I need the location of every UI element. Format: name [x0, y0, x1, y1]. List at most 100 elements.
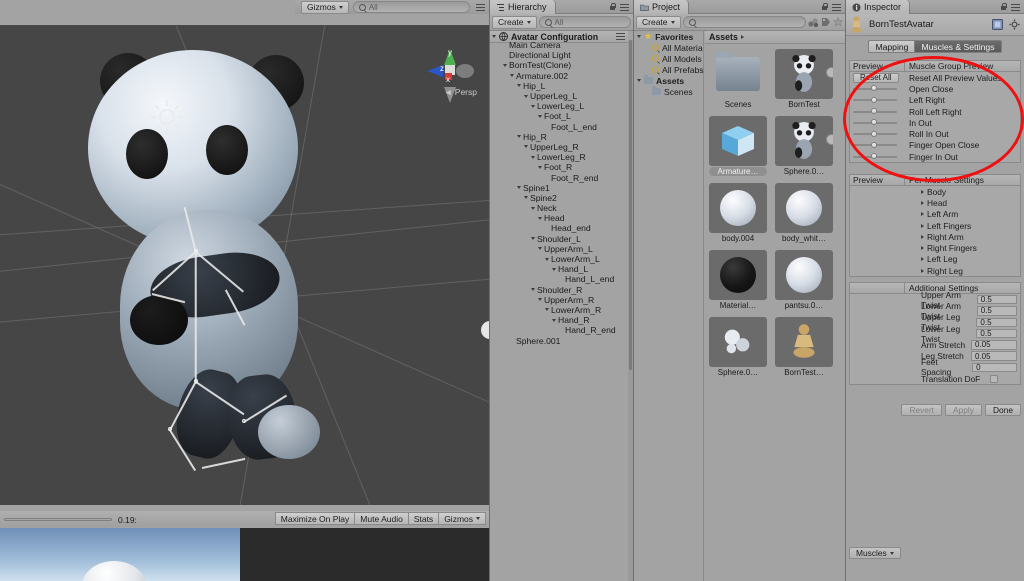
hierarchy-item-neck[interactable]: Neck	[490, 203, 628, 213]
scene-panel-menu-icon[interactable]	[476, 3, 485, 11]
per-muscle-group-left-arm[interactable]: Left Arm	[850, 209, 1020, 220]
hierarchy-item-shoulder-r[interactable]: Shoulder_R	[490, 285, 628, 295]
asset-item[interactable]: body.004	[709, 183, 767, 243]
filter-label-icon[interactable]	[821, 17, 831, 27]
slider-handle[interactable]	[871, 96, 877, 103]
hierarchy-item-sphere-001[interactable]: Sphere.001	[490, 335, 628, 346]
chevron-down-icon[interactable]	[517, 84, 521, 88]
assets-grid[interactable]: Scenes BornTest Armature… Sphere.0… body.004…	[705, 45, 841, 581]
hierarchy-item-upperarm-l[interactable]: UpperArm_L	[490, 244, 628, 254]
tab-muscles-and-settings[interactable]: Muscles & Settings	[915, 40, 1002, 53]
hierarchy-item-borntest-clone-[interactable]: BornTest(Clone)	[490, 60, 628, 70]
per-muscle-group-head[interactable]: Head	[850, 197, 1020, 208]
chevron-down-icon[interactable]	[510, 74, 514, 78]
hierarchy-menu-icon[interactable]	[620, 4, 629, 11]
chevron-right-icon[interactable]	[921, 223, 924, 228]
gizmos-button[interactable]: Gizmos	[301, 0, 349, 14]
muscle-slider[interactable]	[850, 141, 905, 148]
slider-handle[interactable]	[871, 108, 877, 115]
hierarchy-item-spine1[interactable]: Spine1	[490, 183, 628, 193]
game-zoom-slider[interactable]	[4, 518, 112, 521]
hierarchy-item-foot-l-end[interactable]: Foot_L_end	[490, 122, 628, 132]
muscle-slider[interactable]	[850, 119, 905, 126]
chevron-down-icon[interactable]	[531, 206, 535, 210]
hierarchy-item-foot-l[interactable]: Foot_L	[490, 111, 628, 121]
tab-inspector[interactable]: Inspector	[846, 0, 911, 14]
scene-search-input[interactable]: All	[352, 1, 470, 13]
project-create-button[interactable]: Create	[636, 15, 681, 29]
chevron-down-icon[interactable]	[545, 308, 549, 312]
tab-hierarchy[interactable]: Hierarchy	[490, 0, 556, 14]
chevron-right-icon[interactable]	[921, 200, 924, 205]
tab-mapping[interactable]: Mapping	[868, 40, 916, 53]
slider-track[interactable]	[853, 85, 897, 92]
lock-icon[interactable]	[821, 3, 828, 11]
asset-item[interactable]: Sphere.0…	[709, 317, 767, 377]
hierarchy-tree[interactable]: Main Camera Directional Light BornTest(Clo…	[490, 40, 628, 581]
maximize-on-play-button[interactable]: Maximize On Play	[274, 512, 355, 525]
hierarchy-item-armature-002[interactable]: Armature.002	[490, 71, 628, 81]
slider-handle[interactable]	[871, 85, 877, 92]
hierarchy-item-lowerleg-l[interactable]: LowerLeg_L	[490, 101, 628, 111]
chevron-down-icon[interactable]	[538, 247, 542, 251]
slider-track[interactable]	[853, 108, 897, 115]
done-button[interactable]: Done	[984, 404, 1021, 416]
scene-orientation-gizmo[interactable]: z x y	[419, 45, 481, 117]
filter-favorite-star-icon[interactable]	[833, 17, 843, 27]
hierarchy-item-spine2[interactable]: Spine2	[490, 193, 628, 203]
chevron-down-icon[interactable]	[545, 257, 549, 261]
hierarchy-item-hand-r-end[interactable]: Hand_R_end	[490, 325, 628, 335]
inspector-menu-icon[interactable]	[1011, 4, 1020, 11]
project-tree-item-assets[interactable]: Assets	[634, 75, 703, 86]
project-tree-item-all-materia[interactable]: All Materia	[634, 42, 703, 53]
chevron-down-icon[interactable]	[531, 288, 535, 292]
hierarchy-item-upperarm-r[interactable]: UpperArm_R	[490, 295, 628, 305]
chevron-down-icon[interactable]	[531, 237, 535, 241]
hierarchy-search-input[interactable]: All	[538, 16, 631, 28]
per-muscle-group-right-fingers[interactable]: Right Fingers	[850, 242, 1020, 253]
chevron-down-icon[interactable]	[531, 155, 535, 159]
per-muscle-group-body[interactable]: Body	[850, 186, 1020, 197]
per-muscle-group-left-leg[interactable]: Left Leg	[850, 254, 1020, 265]
game-viewport[interactable]	[0, 528, 489, 581]
projection-mode-label[interactable]: ◄ Persp	[444, 87, 477, 97]
muscle-slider[interactable]	[850, 85, 905, 92]
chevron-down-icon[interactable]	[552, 267, 556, 271]
muscles-footer-tab[interactable]: Muscles	[849, 547, 901, 559]
hierarchy-item-upperleg-l[interactable]: UpperLeg_L	[490, 91, 628, 101]
slider-track[interactable]	[853, 153, 897, 160]
chevron-down-icon[interactable]	[524, 145, 528, 149]
hierarchy-item-hand-r[interactable]: Hand_R	[490, 315, 628, 325]
lock-icon[interactable]	[1000, 3, 1007, 11]
hierarchy-item-hand-l[interactable]: Hand_L	[490, 264, 628, 274]
chevron-down-icon[interactable]	[538, 165, 542, 169]
revert-button[interactable]: Revert	[901, 404, 943, 416]
lock-icon[interactable]	[609, 3, 616, 11]
slider-handle[interactable]	[871, 130, 877, 137]
chevron-down-icon[interactable]	[538, 114, 542, 118]
chevron-right-icon[interactable]	[921, 246, 924, 251]
muscle-slider[interactable]	[850, 108, 905, 115]
stats-button[interactable]: Stats	[407, 512, 439, 525]
hierarchy-item-foot-r[interactable]: Foot_R	[490, 162, 628, 172]
chevron-down-icon[interactable]	[517, 135, 521, 139]
additional-setting-value[interactable]: 0.5	[976, 328, 1017, 339]
mute-audio-button[interactable]: Mute Audio	[354, 512, 408, 525]
chevron-down-icon[interactable]	[524, 94, 528, 98]
project-tree-item-favorites[interactable]: ★ Favorites	[634, 31, 703, 42]
hierarchy-item-hand-l-end[interactable]: Hand_L_end	[490, 274, 628, 284]
additional-setting-value[interactable]: 0.05	[971, 340, 1017, 350]
scene-context-menu-icon[interactable]	[616, 33, 625, 40]
slider-track[interactable]	[853, 119, 897, 126]
slider-handle[interactable]	[871, 119, 877, 126]
chevron-down-icon[interactable]	[503, 63, 507, 67]
asset-preview-icon[interactable]	[992, 19, 1003, 30]
project-tree-item-all-prefabs[interactable]: All Prefabs	[634, 64, 704, 75]
project-tree-item-scenes[interactable]: Scenes	[634, 86, 703, 97]
muscle-slider[interactable]	[850, 153, 905, 160]
per-muscle-group-right-arm[interactable]: Right Arm	[850, 231, 1020, 242]
asset-item[interactable]: BornTest	[775, 49, 833, 109]
translation-dof-checkbox[interactable]	[990, 374, 998, 383]
per-muscle-group-right-leg[interactable]: Right Leg	[850, 265, 1020, 276]
hierarchy-item-lowerarm-r[interactable]: LowerArm_R	[490, 305, 628, 315]
